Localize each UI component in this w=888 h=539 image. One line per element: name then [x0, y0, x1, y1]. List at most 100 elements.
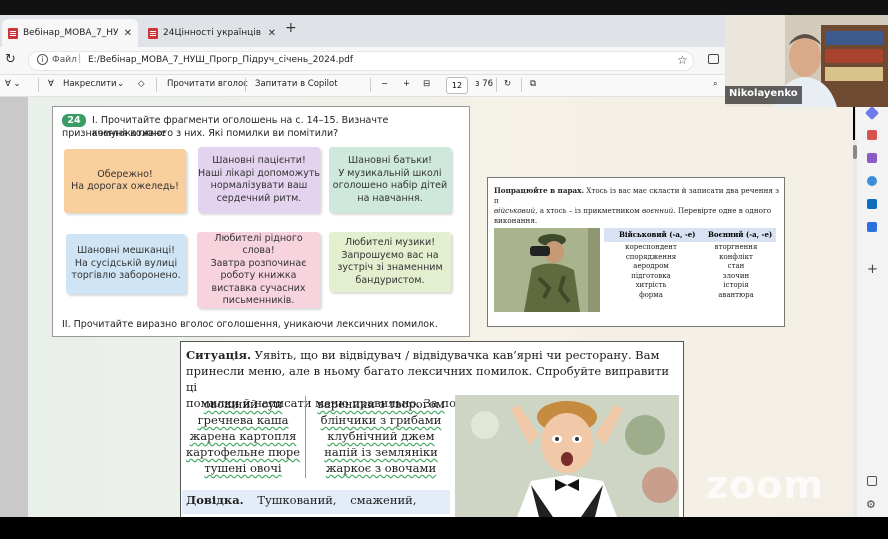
- sidebar-toggle-icon[interactable]: [708, 54, 719, 64]
- situation-line-2: принесли меню, але в ньому багато лексич…: [186, 364, 670, 394]
- add-sidebar-icon[interactable]: +: [867, 262, 878, 277]
- rotate-icon[interactable]: ↻: [504, 79, 511, 89]
- menu-item-text: жаркоє з овочами: [325, 461, 437, 475]
- word-column-war: вторгнення конфлікт стан злочин історія …: [700, 243, 772, 300]
- ad-card-text: Любителі музики! Запрошуємо вас на зустр…: [337, 237, 443, 286]
- menu-item: клубнічний джем: [308, 428, 454, 444]
- word-item: історія: [723, 281, 749, 289]
- exercise-number-badge: 24: [62, 114, 86, 127]
- reference-title: Довідка.: [186, 493, 244, 507]
- pair-task-title: Попрацюйте в парах.: [494, 186, 584, 195]
- tab-title: Вебінар_МОВА_7_НУШ_Прогр_: [23, 28, 118, 38]
- zoom-in-button[interactable]: +: [403, 79, 410, 89]
- page-number-input[interactable]: 12: [446, 77, 468, 94]
- pdf-scrollbar[interactable]: [853, 140, 857, 520]
- word-item: авантюра: [718, 290, 754, 299]
- menu-item-text: жарена картопля: [189, 429, 297, 443]
- situation-line-1: Уявіть, що ви відвідувач / відвідувачка …: [251, 348, 660, 362]
- url-text[interactable]: E:/Вебінар_МОВА_7_НУШ_Прогр_Підруч_січен…: [88, 55, 353, 65]
- ad-card-text: Шановні мешканці! На сусідській вулиці т…: [71, 245, 181, 282]
- sidebar-layout-icon[interactable]: [867, 476, 877, 486]
- reload-icon[interactable]: ↻: [5, 52, 16, 67]
- column-head-military: Військовий (-а, -е): [619, 230, 696, 239]
- tab-values-pdf[interactable]: 24Цінності українців.pdf ✕: [142, 19, 282, 47]
- eraser-icon[interactable]: ◇: [138, 79, 145, 89]
- pair-task-line-2b: . Перевірте одне в одного: [673, 206, 772, 215]
- menu-item: тушені овочі: [183, 460, 303, 476]
- read-aloud-button[interactable]: Прочитати вголос: [167, 79, 248, 89]
- pair-task-word-1: військовий: [494, 206, 536, 215]
- menu-column-right: вареники з творогом блінчики з грибами к…: [308, 396, 454, 476]
- menu-item: напій із земляніки: [308, 444, 454, 460]
- favorite-star-icon[interactable]: ☆: [677, 53, 688, 67]
- exercise-task-1-line-2: призначення кожного з них. Які помилки в…: [62, 128, 339, 139]
- ad-card-4: Шановні мешканці! На сусідській вулиці т…: [66, 234, 186, 294]
- tab-webinar-pdf[interactable]: Вебінар_МОВА_7_НУШ_Прогр_ ✕: [2, 19, 138, 47]
- page-gutter: [0, 97, 28, 517]
- close-icon[interactable]: ✕: [124, 28, 132, 39]
- bottom-letterbox: [0, 517, 888, 539]
- word-item: кореспондент: [625, 243, 677, 251]
- word-item: аеродром: [633, 262, 669, 270]
- settings-gear-icon[interactable]: ⚙: [866, 498, 876, 511]
- close-icon[interactable]: ✕: [268, 28, 276, 39]
- menu-item-text: клубнічний джем: [327, 429, 435, 443]
- tab-title: 24Цінності українців.pdf: [163, 28, 262, 38]
- draw-dropdown-icon[interactable]: ⌄: [117, 79, 124, 89]
- games-icon[interactable]: [867, 176, 877, 186]
- top-letterbox: [0, 0, 888, 15]
- toolbar-divider: [245, 78, 246, 92]
- draw-button[interactable]: Накреслити: [63, 79, 116, 89]
- ad-card-text: Шановні пацієнти! Наші лікарі допоможуть…: [198, 155, 320, 204]
- toolbar-divider: [521, 78, 522, 92]
- highlight-icon[interactable]: ∀ ⌄: [5, 79, 21, 89]
- ad-card-2: Шановні пацієнти! Наші лікарі допоможуть…: [198, 147, 320, 213]
- fit-page-icon[interactable]: ⊟: [423, 79, 430, 89]
- new-tab-button[interactable]: +: [285, 20, 297, 36]
- url-separator: |: [78, 53, 82, 64]
- soldier-photo: [494, 228, 600, 312]
- zoom-watermark: zoom: [706, 463, 824, 507]
- outlook-icon[interactable]: [867, 199, 877, 209]
- word-item: стан: [727, 262, 745, 270]
- exercise-task-2: ІІ. Прочитайте виразно вголос оголошення…: [62, 319, 438, 330]
- pair-task-word-2: воєнний: [642, 206, 674, 215]
- word-item: підготовка: [631, 271, 671, 280]
- shopping-icon[interactable]: [867, 130, 877, 140]
- tab-strip: Вебінар_МОВА_7_НУШ_Прогр_ ✕ 24Цінності у…: [0, 15, 725, 47]
- menu-item-text: гречнева каша: [197, 413, 289, 427]
- menu-item-text: овощний суп: [203, 397, 283, 411]
- two-page-icon[interactable]: ⧉: [530, 79, 536, 89]
- word-item: вторгнення: [714, 243, 758, 251]
- menu-item-text: блінчики з грибами: [320, 413, 442, 427]
- pair-task-line-3: виконання.: [494, 216, 538, 225]
- pdf-icon: [8, 27, 18, 39]
- draw-icon[interactable]: ∀: [48, 79, 54, 89]
- word-item: злочин: [722, 271, 750, 280]
- menu-item: блінчики з грибами: [308, 412, 454, 428]
- word-table-header: Військовий (-а, -е) Воєнний (-а, -е): [604, 228, 776, 242]
- surprised-waiter-photo: [455, 395, 679, 517]
- menu-item: жаркоє з овочами: [308, 460, 454, 476]
- menu-item: овощний суп: [183, 396, 303, 412]
- menu-item: гречнева каша: [183, 412, 303, 428]
- ad-card-3: Шановні батьки! У музикальній школі огол…: [329, 147, 451, 213]
- toolbar-divider: [370, 78, 371, 92]
- pdf-scroll-thumb[interactable]: [853, 145, 857, 159]
- toolbar-divider: [156, 78, 157, 92]
- menu-item: жарена картопля: [183, 428, 303, 444]
- info-icon[interactable]: i: [37, 54, 48, 65]
- ad-card-text: Шановні батьки! У музикальній школі огол…: [332, 155, 448, 204]
- column-head-war: Воєнний (-а, -е): [708, 230, 773, 239]
- ad-card-5: Любителі рідного слова! Завтра розпочина…: [197, 232, 320, 308]
- ad-card-text: Любителі рідного слова! Завтра розпочина…: [210, 232, 307, 307]
- ask-copilot-button[interactable]: Запитати в Copilot: [255, 79, 338, 89]
- people-icon[interactable]: [867, 153, 877, 163]
- telegram-icon[interactable]: [867, 222, 877, 232]
- menu-item-text: тушені овочі: [204, 461, 282, 475]
- pdf-icon: [148, 27, 158, 39]
- search-icon[interactable]: ⌕: [713, 79, 718, 89]
- zoom-out-button[interactable]: −: [381, 79, 388, 89]
- pair-task-line-2a: , а хтось – із прикметником: [535, 206, 642, 215]
- ad-card-text: Обережно! На дорогах ожеледь!: [71, 168, 179, 193]
